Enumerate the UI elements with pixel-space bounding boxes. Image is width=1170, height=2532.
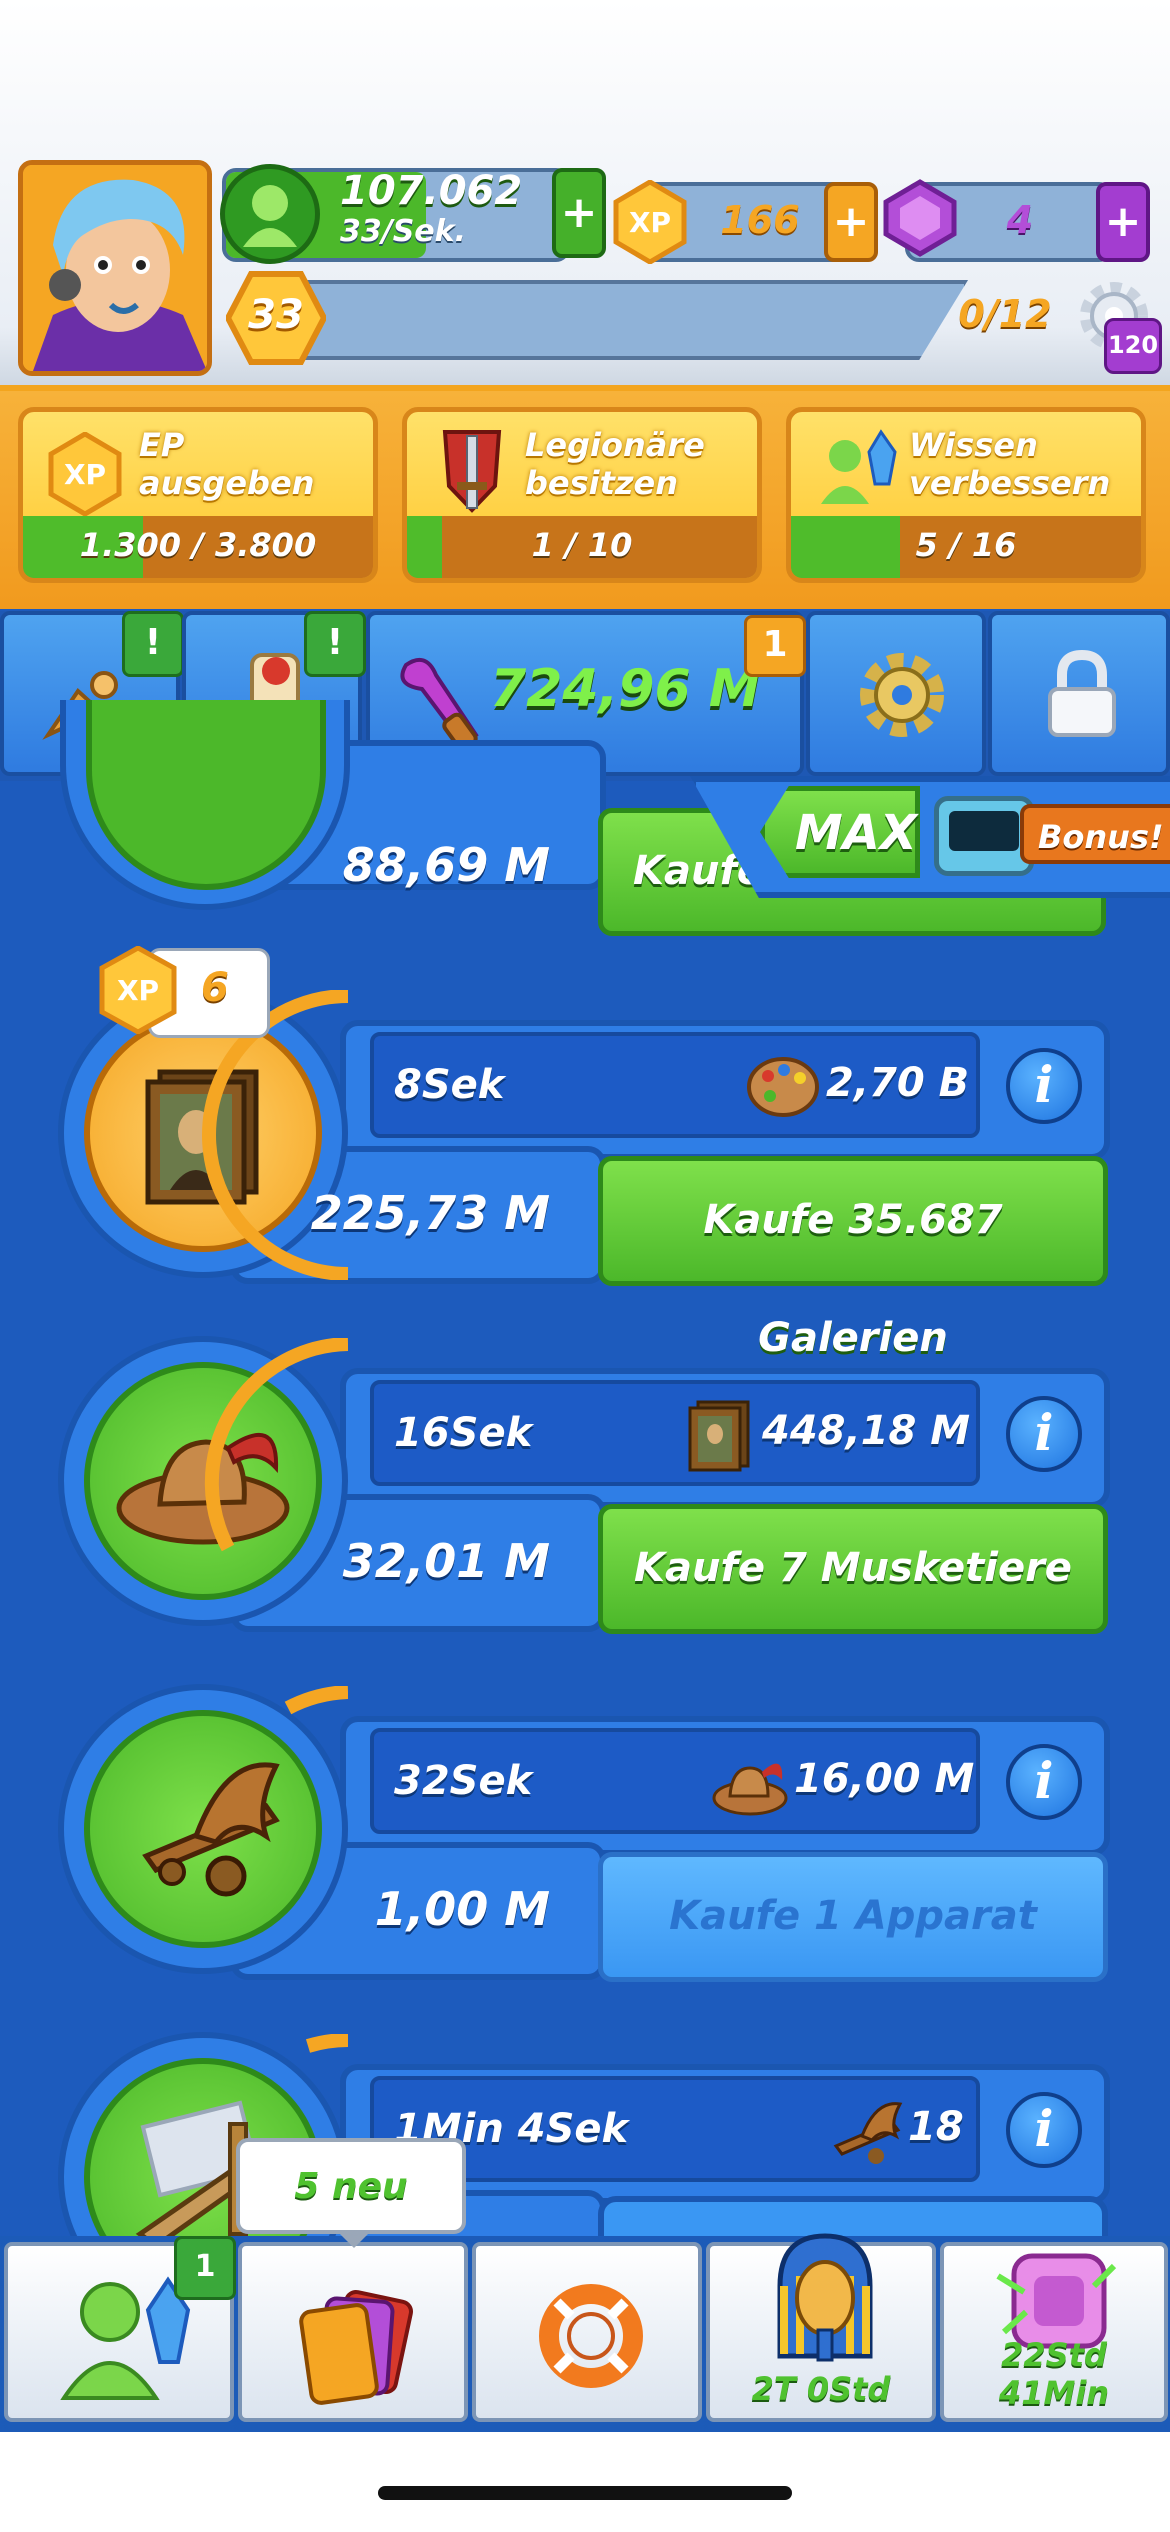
legionary-shield-icon — [442, 430, 502, 513]
flying-machine-icon — [833, 2102, 903, 2164]
add-population-button[interactable]: + — [552, 168, 606, 258]
plus-icon: + — [832, 196, 870, 247]
home-indicator-area — [0, 2432, 1170, 2532]
population-icon — [220, 164, 320, 264]
max-label: MAX — [795, 805, 917, 861]
home-indicator[interactable] — [378, 2486, 792, 2500]
row-cost: 225,73 M — [310, 1186, 550, 1240]
add-gems-button[interactable]: + — [1096, 182, 1150, 262]
paintbrush-icon — [400, 657, 479, 752]
level-badge: 33 — [224, 270, 328, 366]
quest-progress-bar: 5 / 16 — [791, 516, 1141, 578]
nav-lifebuoy-button[interactable] — [472, 2242, 702, 2422]
quest-progress-text: 1.300 / 3.800 — [79, 526, 317, 564]
palette-icon — [747, 1057, 819, 1117]
quest-progress-text: 5 / 16 — [915, 526, 1017, 564]
quest-progress-bar: 1 / 10 — [407, 516, 757, 578]
knowledge-crystal-icon — [821, 429, 897, 504]
gem-icon — [880, 178, 960, 258]
row-income: 2,70 B — [826, 1060, 970, 1106]
row-musketiere-info: 16Sek 448,18 M — [370, 1380, 980, 1486]
population-rate: 33/Sek. — [340, 214, 467, 249]
pharaoh-icon — [777, 2233, 873, 2362]
nav-gem-box-button[interactable]: 22Std 41Min — [940, 2242, 1168, 2422]
xp-icon: XP — [48, 432, 122, 516]
tab-scrolls-badge: ! — [304, 611, 366, 677]
xp-icon: XP — [612, 179, 688, 265]
row-apparat-info: 32Sek 16,00 M — [370, 1728, 980, 1834]
row-katapult-info-button[interactable]: i — [1006, 2092, 1082, 2168]
gem-box-timer-line1: 22Std — [1001, 2336, 1107, 2374]
tab-locked[interactable] — [988, 611, 1170, 776]
row-income: 448,18 M — [762, 1408, 971, 1454]
painting-icon — [688, 1400, 750, 1472]
quest-strip: XP EP ausgeben 1.300 / 3.800 Legionäre bes… — [0, 391, 1170, 609]
xp-icon: XP — [99, 946, 177, 1034]
cards-tooltip-arrow — [336, 2230, 372, 2248]
level-value: 33 — [248, 292, 304, 338]
quest-card-knowledge[interactable]: Wissen verbessern 5 / 16 — [786, 407, 1146, 583]
nav-pharaoh-event-button[interactable]: 2T 0Std — [706, 2233, 936, 2422]
nav-knowledge-badge: 1 — [174, 2236, 236, 2300]
row-galerien-info: 8Sek 2,70 B — [370, 1032, 980, 1138]
row-income: 16,00 M — [794, 1756, 975, 1802]
xp-icon-label: XP — [64, 458, 106, 491]
quest-title-line1: Wissen — [909, 426, 1038, 464]
tab-managers[interactable] — [806, 611, 986, 776]
gems-value: 4 — [1006, 198, 1034, 242]
pharaoh-timer: 2T 0Std — [751, 2370, 891, 2408]
level-progress-text: 0/12 — [958, 292, 1052, 336]
quest-title-line1: Legionäre — [525, 426, 705, 464]
musketeer-hat-icon — [712, 1763, 788, 1816]
gem-box-timer-line2: 41Min — [998, 2374, 1110, 2412]
row-musketiere-buy-button[interactable]: Kaufe 7 Musketiere — [598, 1504, 1108, 1634]
row-apparat-info-button[interactable]: i — [1006, 1744, 1082, 1820]
avatar-portrait-icon — [23, 165, 207, 371]
nav-cards-button[interactable] — [238, 2242, 468, 2422]
gear-icon — [860, 653, 944, 737]
player-avatar[interactable] — [18, 160, 212, 376]
income-total: 724,96 M — [490, 659, 761, 719]
bottom-nav: 1 2T 0Std 22Std 41Min — [0, 2233, 1170, 2432]
quest-title-line2: verbessern — [909, 464, 1111, 502]
row-time: 16Sek — [394, 1410, 533, 1456]
plus-icon: + — [1104, 196, 1142, 247]
bonus-device-icon — [934, 796, 1034, 876]
quest-title-line1: EP — [139, 426, 185, 464]
cards-tooltip-text: 5 neu — [294, 2166, 408, 2207]
row-cost: 1,00 M — [374, 1882, 550, 1936]
add-xp-button[interactable]: + — [824, 182, 878, 262]
row-income: 18 — [908, 2104, 964, 2150]
lifebuoy-icon — [539, 2284, 643, 2388]
quest-title-line2: besitzen — [525, 464, 679, 502]
plus-icon: + — [560, 187, 598, 238]
quest-progress-bar: 1.300 / 3.800 — [23, 516, 373, 578]
tab-artifacts-badge: ! — [122, 611, 184, 677]
row-musketiere-info-button[interactable]: i — [1006, 1396, 1082, 1472]
max-button[interactable]: MAX — [760, 786, 920, 878]
quest-title-line2: ausgeben — [139, 464, 315, 502]
row-time: 32Sek — [394, 1758, 533, 1804]
bonus-button[interactable]: Bonus! — [1020, 804, 1170, 864]
row-galerien-info-button[interactable]: i — [1006, 1048, 1082, 1124]
row-galerien-buy-button[interactable]: Kaufe 35.687 Galerien — [598, 1156, 1108, 1361]
upgrades-badge: 1 — [744, 615, 806, 677]
xp-reward-label: XP — [117, 974, 159, 1007]
quest-card-ep[interactable]: XP EP ausgeben 1.300 / 3.800 — [18, 407, 378, 583]
settings-badge: 120 — [1104, 318, 1162, 374]
level-progress-bar — [270, 280, 968, 360]
population-value: 107.062 — [340, 168, 523, 214]
cards-icon — [299, 2290, 413, 2405]
quest-progress-text: 1 / 10 — [531, 526, 633, 564]
bonus-label: Bonus! — [1038, 818, 1164, 856]
xp-icon-label: XP — [629, 206, 671, 239]
lock-icon — [1048, 649, 1116, 737]
xp-reward-value: 6 — [201, 965, 229, 1011]
row-apparat-buy-button[interactable]: Kaufe 1 Apparat — [598, 1852, 1108, 1982]
row-time: 8Sek — [394, 1062, 505, 1108]
quest-card-legionaries[interactable]: Legionäre besitzen 1 / 10 — [402, 407, 762, 583]
cards-tooltip: 5 neu — [236, 2138, 466, 2234]
xp-value: 166 — [720, 198, 800, 242]
row-cost: 32,01 M — [342, 1534, 550, 1588]
